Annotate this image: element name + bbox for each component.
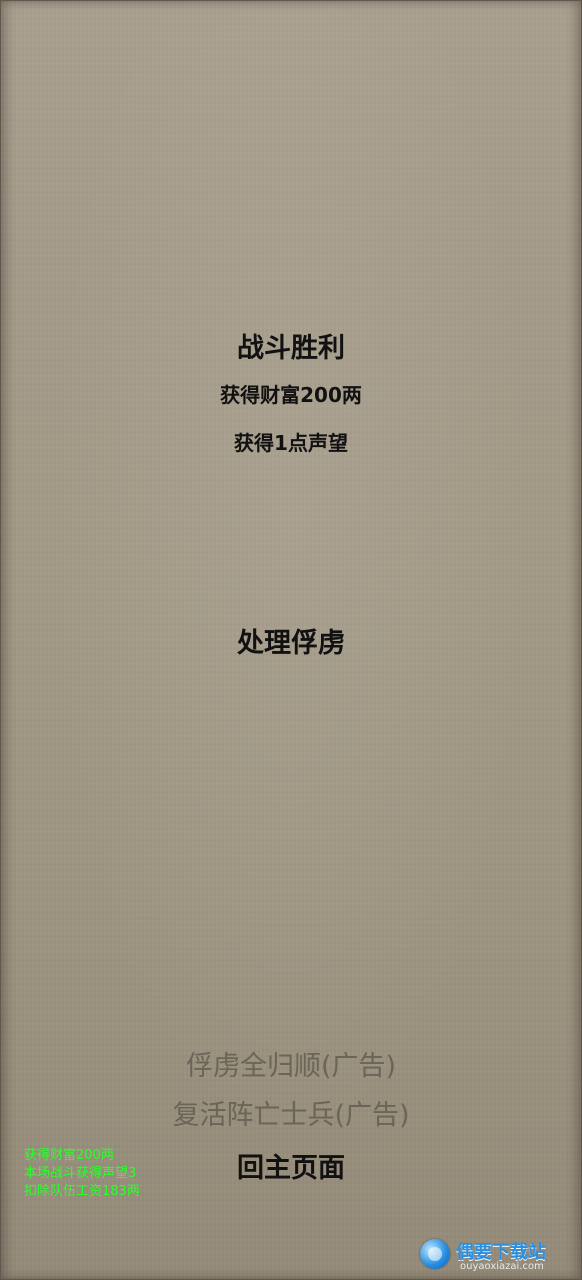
watermark-url: ouyaoxiazai.com	[460, 1261, 544, 1272]
battle-log-line: 本场战斗获得声望3	[24, 1166, 137, 1181]
battle-log: 获得财富200两 本场战斗获得声望3 扣除队伍工资183两	[24, 1147, 140, 1201]
watermark-logo-icon	[420, 1239, 450, 1269]
battle-result-title: 战斗胜利	[237, 333, 345, 364]
revive-soldiers-ad-button[interactable]: 复活阵亡士兵(广告)	[0, 1093, 582, 1132]
handle-prisoners-button[interactable]: 处理俘虏	[0, 621, 582, 660]
reward-wealth: 获得财富200两	[220, 383, 362, 407]
reward-prestige: 获得1点声望	[234, 431, 348, 455]
battle-log-line: 获得财富200两	[24, 1148, 114, 1163]
site-watermark: 偶要下载站 ouyaoxiazai.com	[420, 1236, 576, 1276]
battle-log-line: 扣除队伍工资183两	[24, 1184, 140, 1199]
prisoners-surrender-ad-button[interactable]: 俘虏全归顺(广告)	[0, 1044, 582, 1083]
